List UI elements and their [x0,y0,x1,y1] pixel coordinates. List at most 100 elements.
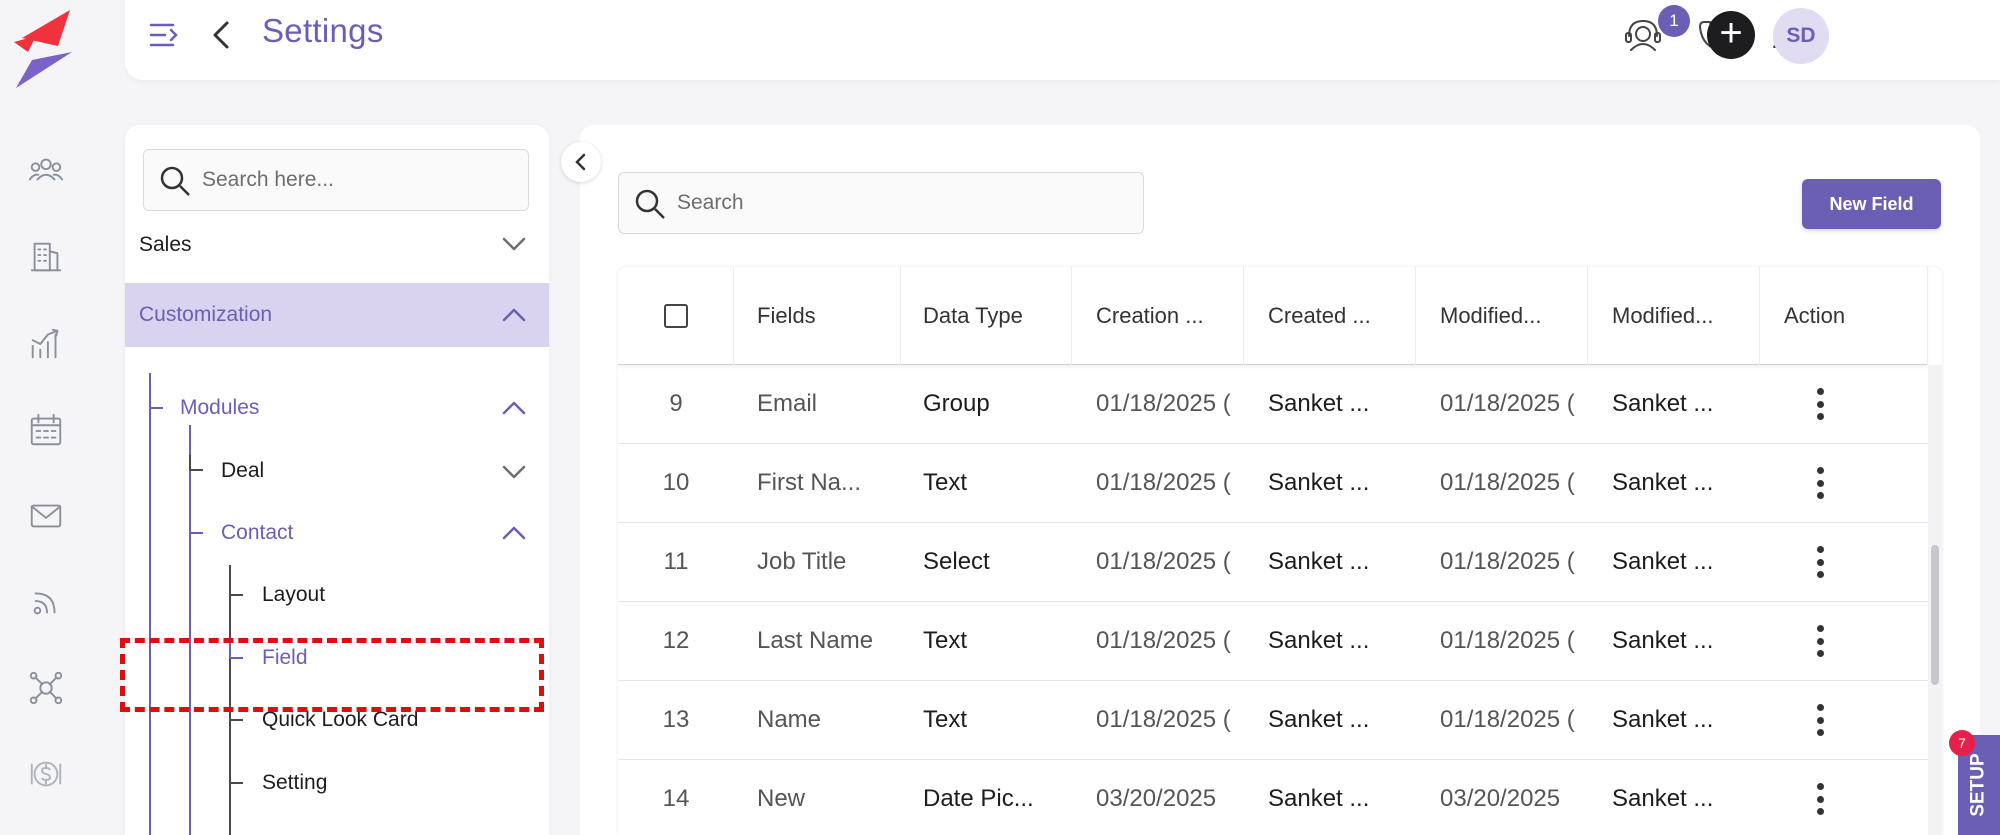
nav-item-setting-label: Setting [262,771,328,794]
nav-search-box [143,149,529,211]
integration-icon[interactable] [22,664,70,712]
chevron-up-icon[interactable] [499,300,529,330]
row-actions-menu[interactable] [1800,365,1840,443]
nav-item-modules-label: Modules [180,396,260,419]
calendar-icon[interactable] [22,406,70,454]
nav-item-contact[interactable]: Contact [221,515,293,551]
field-name-cell[interactable]: Job Title [757,523,897,601]
fields-search-input[interactable] [677,183,1127,223]
select-all-checkbox[interactable] [663,304,688,328]
nav-item-layout[interactable]: Layout [262,577,325,613]
creation-date-cell: 03/20/2025 [1096,785,1217,812]
data-type-cell: Group [923,390,990,417]
select-all-cell [618,267,734,365]
creation-date-cell: 01/18/2025 ( [1096,548,1231,575]
nav-item-deal[interactable]: Deal [221,453,264,489]
row-actions-menu[interactable] [1800,523,1840,601]
field-name-cell[interactable]: New [757,760,897,835]
kebab-menu-icon [1815,546,1825,578]
nav-item-sales[interactable]: Sales [139,227,192,263]
table-row[interactable]: 12 Last Name Text 01/18/2025 ( Sanket ..… [618,602,1928,681]
kebab-menu-icon [1815,625,1825,657]
tree-hook [229,768,243,784]
settings-nav-panel: Sales Customization Modules Deal Contact… [125,125,549,835]
add-new-button[interactable]: + [1707,11,1755,59]
created-by-cell: Sanket ... [1268,627,1370,654]
table-header: Fields Data Type Creation ... Created ..… [618,267,1928,365]
row-actions-menu[interactable] [1800,681,1840,759]
field-name-cell[interactable]: Last Name [757,602,897,680]
nav-item-modules[interactable]: Modules [180,390,259,426]
field-highlight-box [120,638,544,712]
field-name-cell[interactable]: Name [757,681,897,759]
setup-tab-label: SETUP [1968,753,1990,817]
row-number: 11 [663,548,689,575]
kebab-menu-icon [1815,783,1825,815]
data-type-cell: Select [923,548,990,575]
table-scrollbar[interactable] [1928,365,1942,835]
tree-line [149,373,151,835]
column-header-modified-by[interactable]: Modified... [1588,267,1760,365]
fields-search-box [618,172,1144,234]
scrollbar-thumb[interactable] [1931,545,1939,685]
created-by-cell: Sanket ... [1268,706,1370,733]
avatar[interactable]: SD [1773,8,1829,64]
modified-by-cell: Sanket ... [1612,627,1714,654]
tree-hook [149,393,163,409]
row-actions-menu[interactable] [1800,760,1840,835]
new-field-button[interactable]: New Field [1802,179,1941,229]
company-icon[interactable] [22,233,70,281]
feed-icon[interactable] [22,578,70,626]
table-row[interactable]: 10 First Na... Text 01/18/2025 ( Sanket … [618,444,1928,523]
row-actions-menu[interactable] [1800,602,1840,680]
table-row[interactable]: 13 Name Text 01/18/2025 ( Sanket ... 01/… [618,681,1928,760]
app-logo-icon[interactable] [8,8,76,88]
modified-date-cell: 01/18/2025 ( [1440,627,1575,654]
row-number: 14 [662,785,690,812]
contacts-icon[interactable] [22,146,70,194]
modified-date-cell: 01/18/2025 ( [1440,548,1575,575]
chevron-down-icon[interactable] [499,229,529,259]
chevron-down-icon[interactable] [499,457,529,487]
fields-table: Fields Data Type Creation ... Created ..… [618,267,1942,835]
search-icon [160,166,190,196]
nav-item-sales-label: Sales [139,233,192,256]
nav-item-setting[interactable]: Setting [262,765,327,801]
modified-by-cell: Sanket ... [1612,548,1714,575]
column-header-fields[interactable]: Fields [734,267,901,365]
column-header-modified-on[interactable]: Modified... [1416,267,1588,365]
field-name-cell[interactable]: Email [757,365,897,443]
modified-date-cell: 03/20/2025 [1440,785,1561,812]
chevron-up-icon[interactable] [499,518,529,548]
creation-date-cell: 01/18/2025 ( [1096,469,1231,496]
kebab-menu-icon [1815,467,1825,499]
mail-icon[interactable] [22,492,70,540]
analytics-icon[interactable] [22,320,70,368]
table-row[interactable]: 14 New Date Pic... 03/20/2025 Sanket ...… [618,760,1928,835]
created-by-cell: Sanket ... [1268,390,1370,417]
collapse-panel-button[interactable] [561,142,601,182]
field-name-cell[interactable]: First Na... [757,444,897,522]
back-arrow-icon[interactable] [207,17,237,53]
modified-date-cell: 01/18/2025 ( [1440,390,1575,417]
nav-search-input[interactable] [202,160,512,200]
chevron-left-icon [575,153,586,171]
created-by-cell: Sanket ... [1268,548,1370,575]
tree-line [189,425,191,835]
data-type-cell: Text [923,627,968,654]
creation-date-cell: 01/18/2025 ( [1096,627,1231,654]
table-row[interactable]: 11 Job Title Select 01/18/2025 ( Sanket … [618,523,1928,602]
tree-hook [189,518,203,534]
modified-date-cell: 01/18/2025 ( [1440,706,1575,733]
column-header-creation-date[interactable]: Creation ... [1072,267,1244,365]
menu-toggle-icon[interactable] [147,17,183,53]
kebab-menu-icon [1815,388,1825,420]
notification-badge: 1 [1658,5,1690,37]
table-row[interactable]: 9 Email Group 01/18/2025 ( Sanket ... 01… [618,365,1928,444]
billing-icon[interactable] [22,750,70,798]
setup-badge: 7 [1949,730,1975,756]
chevron-up-icon[interactable] [499,393,529,423]
column-header-created-by[interactable]: Created ... [1244,267,1416,365]
column-header-data-type[interactable]: Data Type [901,267,1072,365]
row-actions-menu[interactable] [1800,444,1840,522]
